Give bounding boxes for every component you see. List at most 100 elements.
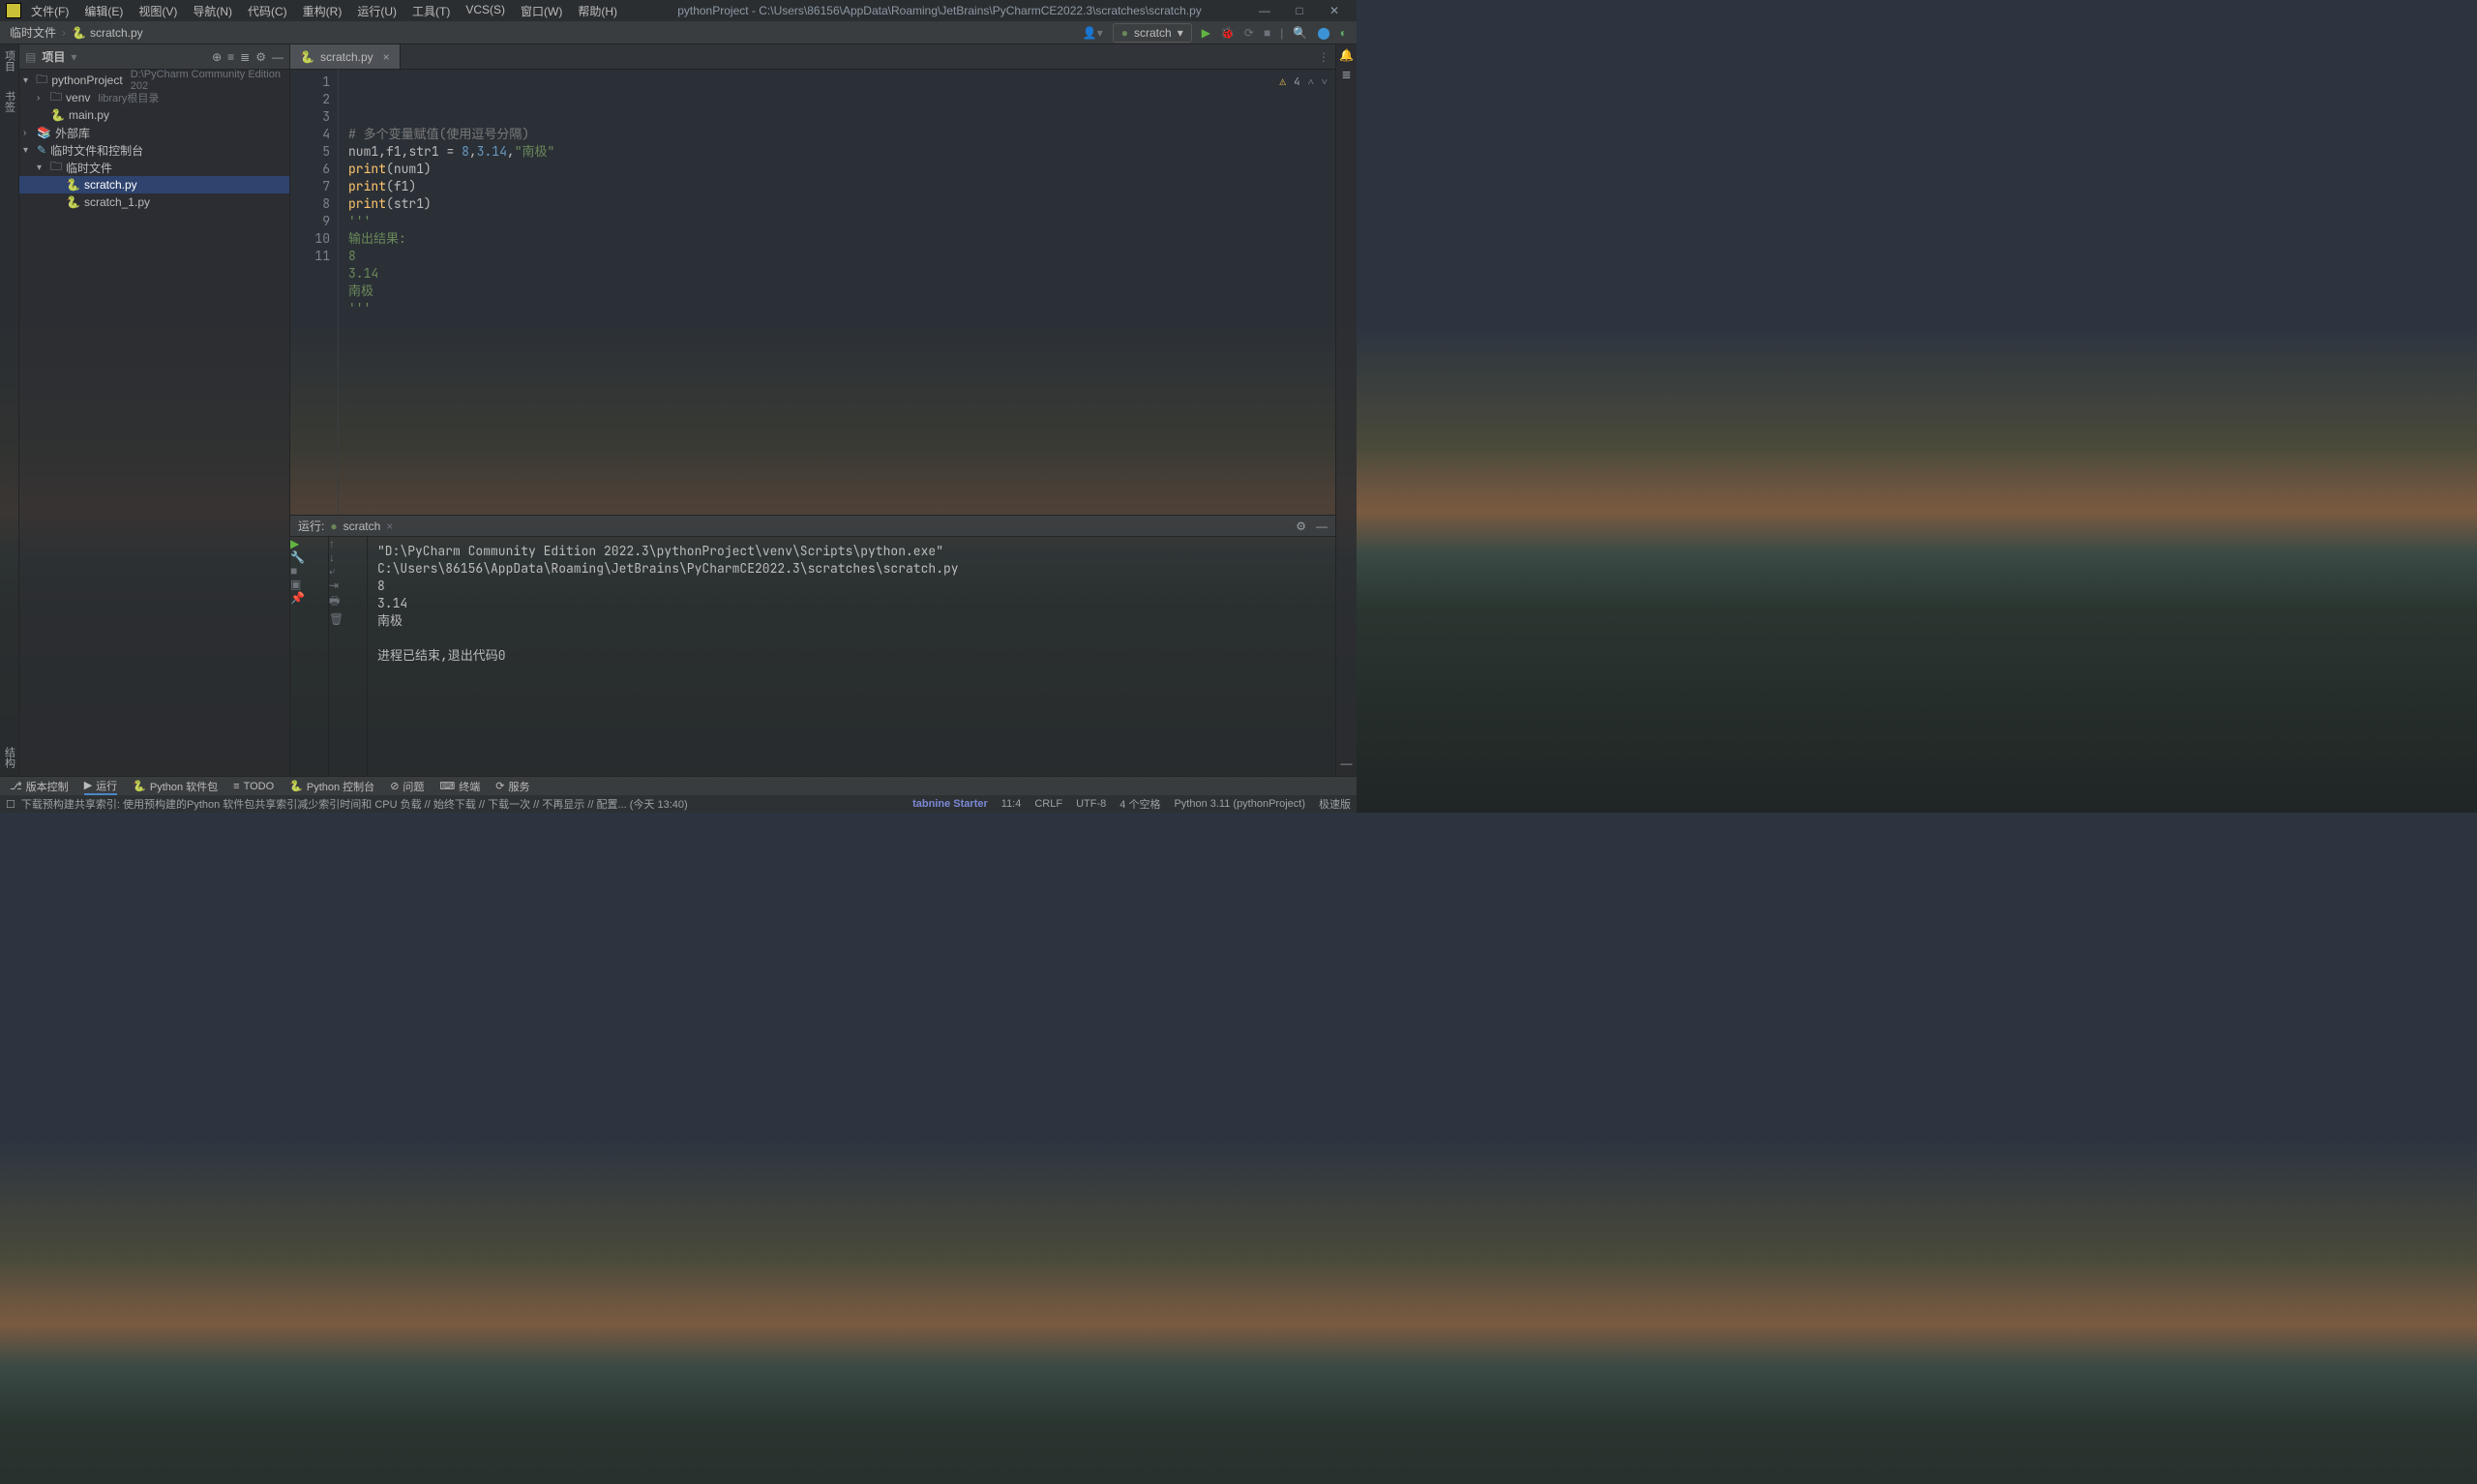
menu-item[interactable]: 工具(T) bbox=[406, 1, 456, 21]
down-icon[interactable]: ↓ bbox=[329, 550, 367, 564]
expand-arrow-icon[interactable]: ▾ bbox=[23, 75, 32, 86]
expand-arrow-icon[interactable]: › bbox=[37, 93, 46, 104]
expand-arrow-icon[interactable]: › bbox=[23, 128, 33, 138]
expand-arrow-icon[interactable]: ▾ bbox=[23, 145, 33, 156]
code-line[interactable]: print(num1) bbox=[348, 161, 1326, 178]
run-config-dropdown[interactable]: ● scratch ▾ bbox=[1113, 23, 1192, 43]
hide-button[interactable]: — bbox=[1316, 519, 1328, 533]
structure-tool-button[interactable]: 结构 bbox=[2, 747, 17, 768]
code-line[interactable]: 8 bbox=[348, 248, 1326, 265]
file-encoding[interactable]: UTF-8 bbox=[1076, 798, 1106, 810]
hide-button[interactable]: — bbox=[272, 50, 284, 64]
code-line[interactable]: # 多个变量赋值(使用逗号分隔) bbox=[348, 126, 1326, 143]
select-opened-icon[interactable]: ⊕ bbox=[212, 50, 222, 64]
breadcrumb-item[interactable]: scratch.py bbox=[90, 26, 143, 40]
tool-window-button-版本控制[interactable]: ⎇版本控制 bbox=[10, 779, 69, 794]
print-icon[interactable]: 🖶 bbox=[329, 592, 367, 612]
menu-item[interactable]: 重构(R) bbox=[297, 1, 348, 21]
tabnine-label[interactable]: tabnine Starter bbox=[912, 798, 988, 810]
editor-tab[interactable]: 🐍 scratch.py × bbox=[290, 45, 401, 69]
expand-all-icon[interactable]: ≡ bbox=[227, 50, 234, 64]
tree-item-scratch_1.py[interactable]: 🐍scratch_1.py bbox=[19, 193, 289, 211]
gear-icon[interactable]: ⚙ bbox=[1296, 519, 1306, 533]
scroll-end-icon[interactable]: ⇥ bbox=[329, 579, 367, 592]
collapse-all-icon[interactable]: ≣ bbox=[240, 50, 250, 64]
code-line[interactable]: 3.14 bbox=[348, 265, 1326, 282]
notifications-icon[interactable]: 🔔 bbox=[1339, 48, 1354, 62]
coverage-button[interactable]: ⟳ bbox=[1244, 26, 1254, 40]
close-button[interactable]: ✕ bbox=[1326, 4, 1343, 17]
tree-item-scratch.py[interactable]: 🐍scratch.py bbox=[19, 176, 289, 193]
next-highlight-icon[interactable]: ˅ bbox=[1322, 74, 1328, 91]
menu-item[interactable]: VCS(S) bbox=[460, 1, 511, 21]
search-icon[interactable]: 🔍 bbox=[1293, 26, 1307, 40]
maximize-button[interactable]: □ bbox=[1291, 4, 1308, 17]
add-user-icon[interactable]: 👤▾ bbox=[1083, 26, 1103, 40]
interpreter[interactable]: Python 3.11 (pythonProject) bbox=[1174, 798, 1305, 810]
menu-item[interactable]: 视图(V) bbox=[133, 1, 183, 21]
code-line[interactable]: 南极 bbox=[348, 282, 1326, 300]
menu-item[interactable]: 编辑(E) bbox=[78, 1, 129, 21]
database-icon[interactable]: ≣ bbox=[1341, 68, 1351, 81]
sync-icon[interactable]: ⬤ bbox=[1317, 26, 1329, 40]
up-icon[interactable]: ↑ bbox=[329, 537, 367, 550]
close-tab-icon[interactable]: × bbox=[383, 50, 390, 64]
minimize-button[interactable]: — bbox=[1256, 4, 1273, 17]
gear-icon[interactable]: ⚙ bbox=[255, 50, 266, 64]
code-line[interactable]: num1,f1,str1 = 8,3.14,"南极" bbox=[348, 143, 1326, 161]
code-line[interactable]: 输出结果: bbox=[348, 230, 1326, 248]
caret-position[interactable]: 11:4 bbox=[1001, 798, 1022, 810]
code-line[interactable]: ''' bbox=[348, 300, 1326, 317]
stop-button[interactable]: ■ bbox=[1264, 26, 1270, 40]
inspection-widget[interactable]: ⚠ 4 ˄ ˅ bbox=[1279, 74, 1328, 91]
tool-window-button-Python 软件包[interactable]: 🐍Python 软件包 bbox=[133, 779, 218, 794]
project-tree[interactable]: ▾🗀pythonProjectD:\PyCharm Community Edit… bbox=[19, 70, 289, 776]
expand-arrow-icon[interactable]: ▾ bbox=[37, 163, 46, 173]
code-editor[interactable]: 1234567891011 ⚠ 4 ˄ ˅ # 多个变量赋值(使用逗号分隔)nu… bbox=[290, 70, 1335, 515]
menu-item[interactable]: 代码(C) bbox=[242, 1, 293, 21]
layout-icon[interactable]: ▣ bbox=[290, 578, 328, 591]
menu-item[interactable]: 窗口(W) bbox=[515, 1, 568, 21]
menu-item[interactable]: 文件(F) bbox=[25, 1, 75, 21]
breadcrumb-item[interactable]: 临时文件 bbox=[10, 24, 56, 41]
pin-icon[interactable]: 📌 bbox=[290, 591, 328, 605]
tool-window-button-运行[interactable]: ▶运行 bbox=[84, 778, 117, 795]
tool-window-button-终端[interactable]: ⌨终端 bbox=[439, 779, 480, 794]
menu-item[interactable]: 运行(U) bbox=[351, 1, 403, 21]
tree-item-临时文件和控制台[interactable]: ▾✎临时文件和控制台 bbox=[19, 141, 289, 159]
chevron-down-icon[interactable]: ▾ bbox=[71, 50, 76, 64]
status-message[interactable]: 下载预构建共享索引: 使用预构建的Python 软件包共享索引减少索引时间和 C… bbox=[21, 796, 688, 812]
tool-window-button-TODO[interactable]: ≡TODO bbox=[233, 781, 274, 792]
project-tool-button[interactable]: 项目 bbox=[2, 50, 17, 72]
debug-button[interactable]: 🐞 bbox=[1220, 26, 1235, 40]
rerun-button[interactable]: ▶ bbox=[290, 537, 328, 550]
console-output[interactable]: "D:\PyCharm Community Edition 2022.3\pyt… bbox=[368, 537, 1335, 776]
tool-window-button-Python 控制台[interactable]: 🐍Python 控制台 bbox=[289, 779, 374, 794]
stop-button[interactable]: ■ bbox=[290, 564, 328, 578]
code-line[interactable]: ''' bbox=[348, 213, 1326, 230]
run-button[interactable]: ▶ bbox=[1202, 26, 1210, 40]
prev-highlight-icon[interactable]: ˄ bbox=[1308, 74, 1314, 91]
soft-wrap-icon[interactable]: ⤶ bbox=[329, 564, 367, 579]
code-line[interactable]: print(str1) bbox=[348, 195, 1326, 213]
tree-item-main.py[interactable]: 🐍main.py bbox=[19, 106, 289, 124]
line-separator[interactable]: CRLF bbox=[1034, 798, 1062, 810]
more-icon[interactable]: ⋮ bbox=[1318, 50, 1329, 64]
indent-setting[interactable]: 4 个空格 bbox=[1119, 796, 1160, 812]
minimize-strip-icon[interactable]: — bbox=[1341, 757, 1353, 770]
tree-item-临时文件[interactable]: ▾🗀临时文件 bbox=[19, 159, 289, 176]
ide-features-icon[interactable]: ◐ bbox=[1340, 26, 1347, 40]
menu-item[interactable]: 帮助(H) bbox=[572, 1, 623, 21]
tree-item-pythonProject[interactable]: ▾🗀pythonProjectD:\PyCharm Community Edit… bbox=[19, 72, 289, 89]
tool-window-button-服务[interactable]: ⟳服务 bbox=[495, 779, 529, 794]
wrench-icon[interactable]: 🔧 bbox=[290, 550, 328, 564]
code-content[interactable]: ⚠ 4 ˄ ˅ # 多个变量赋值(使用逗号分隔)num1,f1,str1 = 8… bbox=[339, 70, 1335, 515]
bookmarks-tool-button[interactable]: 书签 bbox=[2, 91, 17, 112]
menu-item[interactable]: 导航(N) bbox=[187, 1, 238, 21]
close-run-tab-icon[interactable]: × bbox=[386, 519, 393, 533]
status-widget-icon[interactable]: ☐ bbox=[6, 798, 15, 811]
trash-icon[interactable]: 🗑 bbox=[329, 612, 367, 626]
code-line[interactable]: print(f1) bbox=[348, 178, 1326, 195]
tree-item-外部库[interactable]: ›📚外部库 bbox=[19, 124, 289, 141]
tool-window-button-问题[interactable]: ⊘问题 bbox=[390, 779, 424, 794]
